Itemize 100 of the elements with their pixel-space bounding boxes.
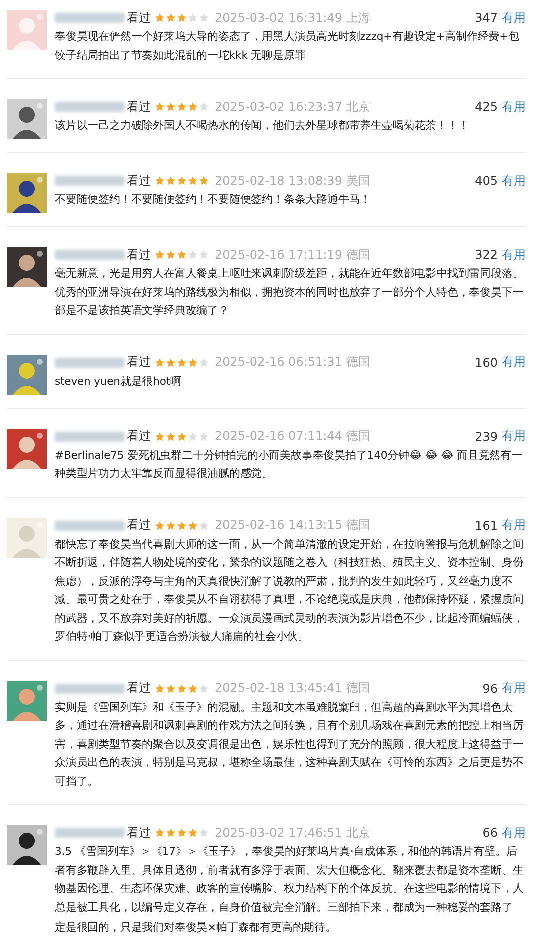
watched-status: 看过: [127, 98, 151, 116]
comment-text: 该片以一己之力破除外国人不喝热水的传闻，他们去外星球都带养生壶喝菊花茶！！！: [55, 118, 470, 134]
star-icon: [166, 432, 176, 442]
vote-count: 160: [475, 356, 498, 370]
star-icon: [188, 684, 198, 694]
watched-status: 看过: [127, 246, 151, 264]
star-icon: [188, 102, 198, 112]
watched-status: 看过: [127, 10, 151, 26]
blurred-username: [55, 684, 125, 694]
comment-time: 2025-02-18 13:45:41 德国: [215, 680, 370, 697]
star-icon: [188, 250, 198, 260]
useful-link[interactable]: 有用: [502, 428, 526, 445]
comment-text: 毫无新意，光是用穷人在富人餐桌上呕吐来讽刺阶级差距，就能在近年数部电影中找到雷同段落。优秀的亚洲导演在好莱坞的路线极为相似，拥抱资本的同时也放弃了一部分个人特色，奉俊昊下一部是不是该拍英语文学经典改编了？: [55, 266, 525, 319]
blurred-username: [55, 358, 125, 368]
vote-count: 322: [475, 248, 498, 262]
star-icon: [166, 828, 176, 838]
comment-text: 定是很回的，只是我们对奉俊昊×帕丁森都有更高的期待。: [55, 920, 338, 936]
star-icon: [199, 13, 209, 23]
star-icon: [155, 520, 165, 530]
vote-count: 347: [475, 11, 498, 25]
blurred-username: [55, 250, 125, 260]
star-icon: [199, 684, 209, 694]
star-icon: [177, 250, 187, 260]
star-icon: [177, 358, 187, 368]
star-icon: [199, 520, 209, 530]
star-icon: [166, 176, 176, 186]
useful-link[interactable]: 有用: [502, 10, 526, 26]
comment-time: 2025-02-16 14:13:15 德国: [215, 517, 370, 534]
star-icon: [155, 828, 165, 838]
star-icon: [199, 358, 209, 368]
star-icon: [177, 684, 187, 694]
vote-count: 239: [475, 430, 498, 444]
star-icon: [188, 432, 198, 442]
blurred-username: [55, 432, 125, 442]
comment-time: 2025-03-02 16:31:49 上海: [215, 10, 370, 26]
comment-time: 2025-02-16 17:11:19 德国: [215, 246, 370, 264]
star-icon: [177, 828, 187, 838]
star-icon: [166, 358, 176, 368]
comment-text: 3.5 《雪国列车》＞《17》＞《玉子》，奉俊昊的好莱坞片真·自成体系，和他的韩语片有壁。后者有多鞭辟入里、具体且透彻，前者就有多浮于表面、宏大但概念化。翻来覆去都是资本垄断、生物基因伦理、生态环保灾难、政客的宣传嘴脸、权力结构下的个体反抗。在这些电影的情境下，人总是被工具化，以编号定义存在，自身价值被完全消解。三部拍下来，都成为一种稳妥的套路了: [55, 844, 525, 916]
useful-link[interactable]: 有用: [502, 517, 526, 534]
vote-count: 161: [475, 518, 498, 532]
star-icon: [199, 102, 209, 112]
vote-count: 96: [482, 682, 498, 696]
star-icon: [166, 520, 176, 530]
blurred-username: [55, 13, 125, 23]
watched-status: 看过: [127, 517, 151, 534]
blurred-username: [55, 828, 125, 838]
star-icon: [199, 250, 209, 260]
star-icon: [155, 684, 165, 694]
star-icon: [177, 13, 187, 23]
useful-link[interactable]: 有用: [502, 680, 526, 697]
star-icon: [166, 13, 176, 23]
comment-time: 2025-03-02 16:23:37 北京: [215, 98, 370, 116]
vote-count: 66: [482, 826, 498, 840]
star-icon: [155, 250, 165, 260]
comment-text: 实则是《雪国列车》和《玉子》的混融。主题和文本虽难脱窠臼，但高超的喜剧水平为其增色太多，通过在滑稽喜剧和讽刺喜剧的作戏方法之间转换，且有个别几场戏在喜剧元素的把控上相当厉害，喜剧类型节奏的聚合以及变调很是出色，娱乐性也得到了充分的照顾，很大程度上这得益于一众演员出色的表演，特别是马克叔，堪称全场最佳，这种喜剧天赋在《可怜的东西》之后更是势不可挡了。: [55, 700, 525, 790]
star-icon: [199, 176, 209, 186]
star-icon: [188, 828, 198, 838]
blurred-username: [55, 176, 125, 186]
comment-time: 2025-02-16 07:11:44 德国: [215, 428, 370, 445]
useful-link[interactable]: 有用: [502, 246, 526, 264]
star-icon: [188, 358, 198, 368]
useful-link[interactable]: 有用: [502, 824, 526, 842]
star-icon: [188, 13, 198, 23]
useful-link[interactable]: 有用: [502, 98, 526, 116]
star-icon: [188, 520, 198, 530]
comment-time: 2025-02-18 13:08:39 美国: [215, 172, 370, 190]
watched-status: 看过: [127, 428, 151, 445]
useful-link[interactable]: 有用: [502, 172, 526, 190]
star-icon: [199, 828, 209, 838]
star-icon: [177, 102, 187, 112]
comment-text: steven yuen就是很hot啊: [55, 374, 182, 390]
star-icon: [166, 250, 176, 260]
vote-count: 425: [475, 100, 498, 114]
star-icon: [177, 432, 187, 442]
watched-status: 看过: [127, 354, 151, 371]
star-icon: [166, 684, 176, 694]
useful-link[interactable]: 有用: [502, 354, 526, 371]
star-icon: [155, 358, 165, 368]
blurred-username: [55, 102, 125, 112]
comment-text: 奉俊昊现在俨然一个好莱坞大导的姿态了，用黑人演员高光时刻zzzq+有趣设定+高制作经费+包饺子结局拍出了节奏如此混乱的一坨kkk 无聊是原罪: [55, 29, 520, 64]
star-icon: [155, 432, 165, 442]
comment-time: 2025-02-16 06:51:31 德国: [215, 354, 370, 371]
star-icon: [199, 432, 209, 442]
star-icon: [155, 102, 165, 112]
watched-status: 看过: [127, 680, 151, 697]
blurred-username: [55, 520, 125, 530]
star-icon: [177, 520, 187, 530]
star-icon: [166, 102, 176, 112]
star-icon: [177, 176, 187, 186]
watched-status: 看过: [127, 824, 151, 842]
star-icon: [188, 176, 198, 186]
star-icon: [155, 13, 165, 23]
comment-text: #Berlinale75 爱死机虫群二十分钟拍完的小而美故事奉俊昊拍了140分钟😂 😂 😂 而且竟然有一种类型片功力太牢靠反而显得很油腻的感觉。: [55, 448, 524, 482]
watched-status: 看过: [127, 172, 151, 190]
star-icon: [155, 176, 165, 186]
comment-time: 2025-03-02 17:46:51 北京: [215, 824, 370, 842]
comment-text: 都快忘了奉俊昊当代喜剧大师的这一面，从一个简单清澈的设定开始，在拉响警报与危机解除之间不断折返，伴随着人物处境的变化，繁杂的议题随之卷入（科技狂热、殖民主义、资本控制、身份焦虑），反派的浮夸与主角的天真很快消解了说教的严肃，批判的发生如此轻巧，又丝毫力度不减。最可贵之处在于，奉俊昊从不自诩获得了真理，不论绝境或是庆典，他都保持怀疑，紧握质问的武器，又不放弃对美好的祈愿。一众演员漫画式灵动的表演为影片增色不少，比起冷面蝙蝠侠，罗伯特·帕丁森似乎更适合扮演被人痛扁的社会小伙。: [55, 536, 525, 645]
comment-text: 不要随便签约！不要随便签约！不要随便签约！条条大路通牛马！: [55, 192, 372, 208]
vote-count: 405: [475, 174, 498, 188]
